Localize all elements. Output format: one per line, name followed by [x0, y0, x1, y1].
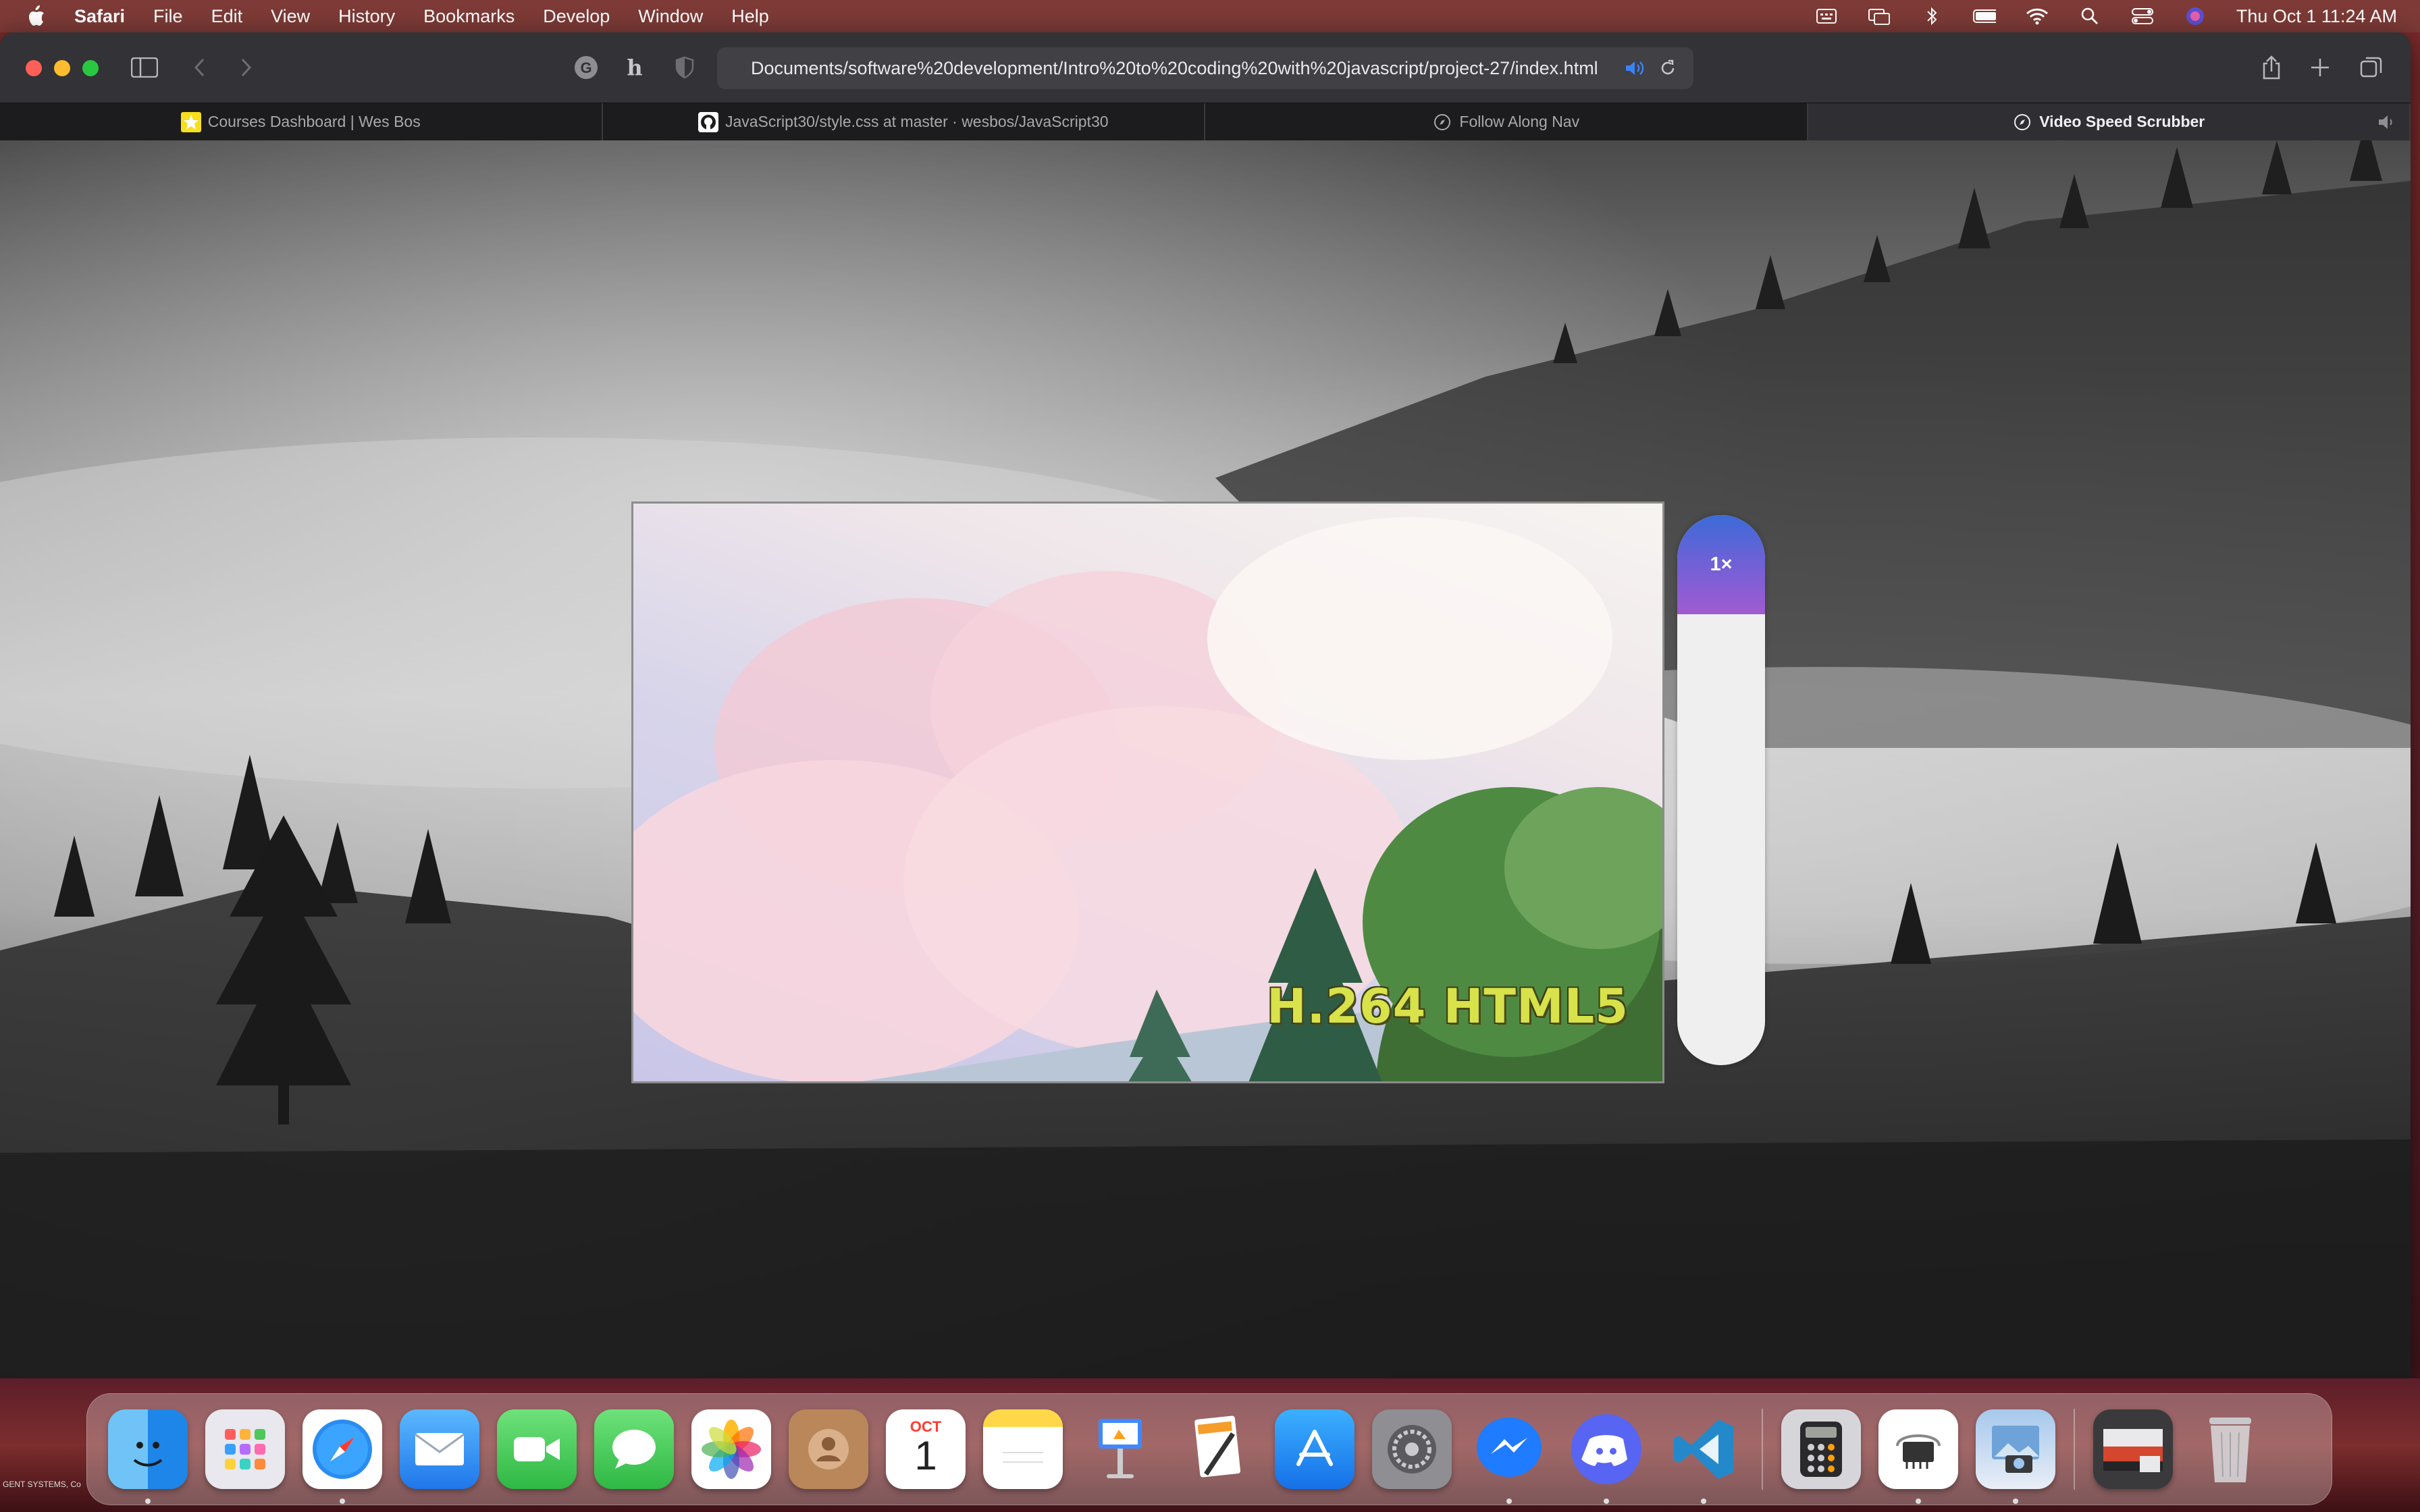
speed-scrubber-fill[interactable]: 1×: [1677, 515, 1765, 614]
reload-icon[interactable]: [1656, 56, 1680, 80]
control-center-icon[interactable]: [2131, 6, 2154, 26]
apple-menu-icon[interactable]: [23, 3, 49, 29]
menu-clock[interactable]: Thu Oct 1 11:24 AM: [2236, 6, 2397, 27]
tab-courses-dashboard[interactable]: Courses Dashboard | Wes Bos: [0, 103, 603, 140]
facetime-icon[interactable]: [497, 1409, 577, 1489]
spotlight-search-icon[interactable]: [2078, 6, 2101, 26]
svg-text:h: h: [627, 55, 642, 80]
dock-separator: [2074, 1409, 2075, 1490]
privacy-shield-icon[interactable]: [668, 53, 701, 82]
menu-edit[interactable]: Edit: [211, 6, 243, 27]
menu-develop[interactable]: Develop: [543, 6, 610, 27]
address-url[interactable]: Documents/software%20development/Intro%2…: [751, 58, 1612, 79]
menu-bookmarks[interactable]: Bookmarks: [423, 6, 515, 27]
tab-title: Video Speed Scrubber: [2039, 113, 2205, 130]
menu-history[interactable]: History: [338, 6, 395, 27]
vscode-icon[interactable]: [1664, 1409, 1743, 1504]
back-button-icon[interactable]: [184, 53, 216, 82]
system-information-icon[interactable]: [1878, 1409, 1958, 1504]
audio-playing-icon[interactable]: [1622, 56, 1646, 80]
calendar-day: 1: [914, 1433, 937, 1478]
fullscreen-window-button[interactable]: [82, 60, 99, 76]
notes-icon[interactable]: [983, 1409, 1063, 1489]
trash-icon[interactable]: [2190, 1409, 2270, 1489]
video-caption-text: H.264 HTML5: [1267, 979, 1629, 1034]
tab-title: JavaScript30/style.css at master · wesbo…: [725, 113, 1109, 130]
star-favicon-icon: [180, 111, 201, 132]
tab-title: Follow Along Nav: [1459, 113, 1580, 130]
menu-window[interactable]: Window: [638, 6, 703, 27]
honey-extension-icon[interactable]: h: [619, 53, 651, 82]
photos-icon[interactable]: [691, 1409, 771, 1489]
safari-icon[interactable]: [302, 1409, 382, 1504]
calculator-icon[interactable]: [1781, 1409, 1861, 1489]
menu-view[interactable]: View: [271, 6, 310, 27]
mail-icon[interactable]: [400, 1409, 479, 1489]
github-icon: [698, 111, 718, 132]
new-tab-icon[interactable]: [2304, 53, 2336, 82]
preview-icon[interactable]: [1976, 1409, 2055, 1504]
dock: OCT 1: [86, 1393, 2332, 1505]
tab-github-style-css[interactable]: JavaScript30/style.css at master · wesbo…: [603, 103, 1205, 140]
menu-help[interactable]: Help: [731, 6, 769, 27]
calendar-icon[interactable]: OCT 1: [886, 1409, 966, 1489]
share-icon[interactable]: [2255, 53, 2288, 82]
app-menu-safari[interactable]: Safari: [74, 6, 125, 27]
page-content: H.264 HTML5 1×: [0, 140, 2411, 1378]
dock-separator: [1762, 1409, 1763, 1490]
menu-bar: Safari File Edit View History Bookmarks …: [0, 0, 2420, 32]
screen-mirroring-icon[interactable]: [1868, 6, 1891, 26]
discord-icon[interactable]: [1567, 1409, 1646, 1504]
system-preferences-icon[interactable]: [1372, 1409, 1452, 1489]
downloads-stack-icon[interactable]: [2093, 1409, 2173, 1489]
minimize-window-button[interactable]: [54, 60, 70, 76]
contacts-icon[interactable]: [789, 1409, 868, 1489]
compass-icon: [1432, 112, 1452, 132]
tab-follow-along-nav[interactable]: Follow Along Nav: [1205, 103, 1808, 140]
app-store-icon[interactable]: [1275, 1409, 1354, 1489]
address-bar[interactable]: Documents/software%20development/Intro%2…: [717, 47, 1693, 89]
siri-icon[interactable]: [2184, 6, 2207, 26]
tab-overview-icon[interactable]: [2355, 53, 2388, 82]
close-window-button[interactable]: [26, 60, 42, 76]
forward-button-icon[interactable]: [230, 53, 262, 82]
grammarly-extension-icon[interactable]: G: [570, 53, 602, 82]
messages-icon[interactable]: [594, 1409, 674, 1489]
svg-text:G: G: [580, 59, 591, 76]
video-player[interactable]: H.264 HTML5: [631, 502, 1664, 1083]
safari-window: G h Documents/software%20development/Int…: [0, 32, 2411, 1378]
sidebar-toggle-icon[interactable]: [128, 53, 161, 82]
speed-scrubber-bar[interactable]: 1×: [1677, 515, 1765, 1065]
bluetooth-icon[interactable]: [1920, 6, 1943, 26]
messenger-icon[interactable]: [1469, 1409, 1549, 1504]
launchpad-icon[interactable]: [205, 1409, 285, 1489]
keynote-icon[interactable]: [1080, 1409, 1160, 1489]
pages-icon[interactable]: [1178, 1409, 1257, 1489]
wifi-icon[interactable]: [2026, 6, 2049, 26]
battery-icon[interactable]: [1972, 6, 1996, 26]
compass-icon: [2012, 112, 2032, 132]
tab-title: Courses Dashboard | Wes Bos: [207, 113, 421, 130]
browser-toolbar: G h Documents/software%20development/Int…: [0, 32, 2411, 103]
speed-value-label: 1×: [1710, 554, 1733, 575]
desktop-wallpaper-text: GENT SYSTEMS, Co: [3, 1480, 81, 1489]
tab-video-speed-scrubber[interactable]: Video Speed Scrubber: [1808, 103, 2411, 140]
tab-audio-icon[interactable]: [2377, 113, 2396, 132]
tab-bar: Courses Dashboard | Wes Bos JavaScript30…: [0, 103, 2411, 140]
keyboard-icon[interactable]: [1815, 6, 1838, 26]
menu-file[interactable]: File: [153, 6, 183, 27]
finder-icon[interactable]: [108, 1409, 188, 1504]
